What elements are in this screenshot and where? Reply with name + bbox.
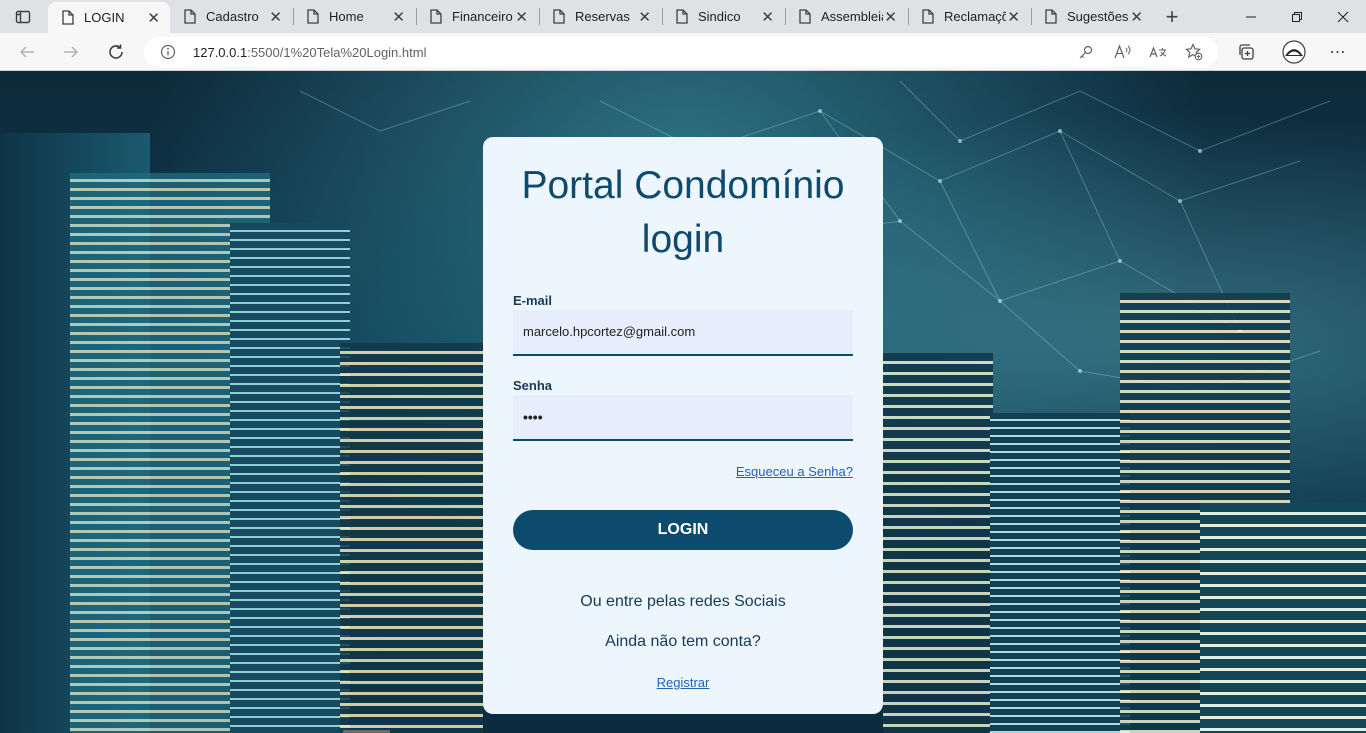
close-icon[interactable]: ✕ xyxy=(515,8,528,26)
login-button[interactable]: LOGIN xyxy=(513,510,853,550)
new-tab-button[interactable]: + xyxy=(1158,0,1186,33)
collections-icon xyxy=(1239,44,1254,60)
read-aloud-icon[interactable] xyxy=(1112,43,1132,61)
profile-button[interactable] xyxy=(1277,33,1311,71)
forward-button[interactable] xyxy=(54,33,88,71)
page-title: Portal Condomínio login xyxy=(483,159,883,267)
collections-button[interactable] xyxy=(1229,33,1263,71)
close-icon[interactable]: ✕ xyxy=(147,9,160,27)
email-label: E-mail xyxy=(513,293,553,308)
tab-label: Sugestões xyxy=(1067,9,1129,24)
title-line-1: Portal Condomínio xyxy=(521,164,845,207)
close-icon[interactable]: ✕ xyxy=(269,8,282,26)
skyscraper-decoration xyxy=(883,353,993,733)
arrow-left-icon xyxy=(19,46,34,58)
title-line-2: login xyxy=(641,218,725,261)
tab-reservas[interactable]: Reservas ✕ xyxy=(539,0,661,33)
close-icon[interactable]: ✕ xyxy=(1007,8,1020,26)
tab-actions-icon xyxy=(15,10,31,23)
favorite-add-icon[interactable] xyxy=(1184,43,1204,61)
skyscraper-decoration xyxy=(990,413,1130,733)
translate-icon[interactable] xyxy=(1148,43,1168,61)
more-menu-button[interactable]: ⋯ xyxy=(1321,33,1355,71)
page-background: Portal Condomínio login E-mail marcelo.h… xyxy=(0,71,1366,733)
password-label: Senha xyxy=(513,378,553,393)
forgot-password-link[interactable]: Esqueceu a Senha? xyxy=(736,464,853,479)
register-link[interactable]: Registrar xyxy=(483,675,883,690)
no-account-text: Ainda não tem conta? xyxy=(605,633,761,650)
tab-reclamacoes[interactable]: Reclamações ✕ xyxy=(908,0,1030,33)
restore-button[interactable] xyxy=(1274,0,1320,33)
close-window-button[interactable] xyxy=(1320,0,1366,33)
plus-icon: + xyxy=(1165,3,1179,29)
tab-label: Home xyxy=(329,9,364,24)
tab-sugestoes[interactable]: Sugestões ✕ xyxy=(1031,0,1153,33)
avatar xyxy=(1282,40,1306,64)
close-icon[interactable]: ✕ xyxy=(392,8,405,26)
page-icon xyxy=(184,9,196,24)
tab-cadastro[interactable]: Cadastro ✕ xyxy=(170,0,292,33)
skyscraper-decoration xyxy=(1200,503,1366,733)
close-icon[interactable]: ✕ xyxy=(638,8,651,26)
login-card: Portal Condomínio login E-mail marcelo.h… xyxy=(483,137,883,714)
skyscraper-decoration xyxy=(230,223,350,733)
close-icon[interactable]: ✕ xyxy=(1130,8,1143,26)
page-icon xyxy=(676,9,688,24)
tab-sindico[interactable]: Sindico ✕ xyxy=(662,0,784,33)
page-icon xyxy=(62,10,74,25)
page-icon xyxy=(922,9,934,24)
info-icon[interactable] xyxy=(160,44,176,60)
tab-label: Cadastro xyxy=(206,9,259,24)
tab-label: Reclamações xyxy=(944,9,1006,24)
page-icon xyxy=(307,9,319,24)
tab-label: Financeiro xyxy=(452,9,513,24)
arrow-right-icon xyxy=(64,46,79,58)
reload-icon xyxy=(109,44,123,59)
page-icon xyxy=(1045,9,1057,24)
email-field[interactable]: marcelo.hpcortez@gmail.com xyxy=(513,310,853,356)
url-input[interactable]: 127.0.0.1:5500/1%20Tela%20Login.html xyxy=(144,37,1218,67)
browser-tab-bar: LOGIN ✕ Cadastro ✕ Home ✕ Financeiro ✕ R… xyxy=(0,0,1366,33)
page-icon xyxy=(553,9,565,24)
close-icon[interactable]: ✕ xyxy=(884,8,897,26)
tab-actions-button[interactable] xyxy=(0,0,46,33)
restore-icon xyxy=(1292,11,1302,22)
reload-button[interactable] xyxy=(99,33,133,71)
minimize-button[interactable] xyxy=(1228,0,1274,33)
tab-login[interactable]: LOGIN ✕ xyxy=(48,2,170,33)
page-icon xyxy=(430,9,442,24)
tab-home[interactable]: Home ✕ xyxy=(293,0,415,33)
tab-label: Assembleia xyxy=(821,9,883,24)
tab-assembleia[interactable]: Assembleia ✕ xyxy=(785,0,907,33)
password-field[interactable]: •••• xyxy=(513,395,853,441)
address-bar-row: 127.0.0.1:5500/1%20Tela%20Login.html ⋯ xyxy=(0,33,1366,71)
url-host: 127.0.0.1 xyxy=(193,45,248,60)
social-login-text: Ou entre pelas redes Sociais xyxy=(580,593,786,610)
tab-financeiro[interactable]: Financeiro ✕ xyxy=(416,0,538,33)
url-text: 127.0.0.1:5500/1%20Tela%20Login.html xyxy=(193,45,426,60)
close-icon[interactable]: ✕ xyxy=(761,8,774,26)
minimize-icon xyxy=(1246,16,1256,17)
key-icon[interactable] xyxy=(1076,43,1096,61)
tab-label: LOGIN xyxy=(84,10,125,25)
close-icon xyxy=(1337,11,1349,22)
more-icon: ⋯ xyxy=(1329,44,1347,61)
skyscraper-decoration xyxy=(340,343,483,733)
back-button[interactable] xyxy=(10,33,44,71)
page-icon xyxy=(799,9,811,24)
url-path: :5500/1%20Tela%20Login.html xyxy=(247,45,427,60)
tab-label: Reservas xyxy=(575,9,630,24)
tab-label: Sindico xyxy=(698,9,741,24)
